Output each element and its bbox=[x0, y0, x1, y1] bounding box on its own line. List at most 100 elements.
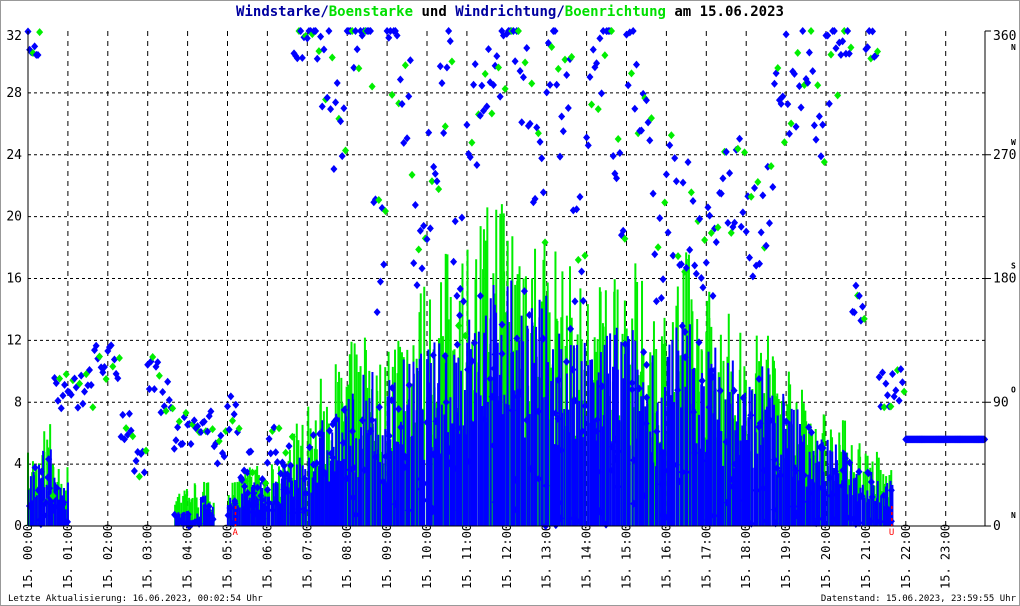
y-tick-label: 12 bbox=[6, 333, 22, 348]
wind-direction-point bbox=[396, 75, 404, 84]
wind-direction-point bbox=[664, 228, 672, 237]
gust-direction-point bbox=[847, 43, 855, 52]
gust-direction-point bbox=[794, 48, 802, 57]
wind-direction-point bbox=[589, 45, 597, 54]
x-tick-label: 15. 21:00 bbox=[859, 524, 873, 589]
wind-direction-point bbox=[765, 219, 773, 228]
x-tick-label: 15. 22:00 bbox=[899, 524, 913, 589]
gust-direction-point bbox=[441, 122, 449, 131]
wind-direction-point bbox=[892, 386, 900, 395]
x-tick-label: 15. 12:00 bbox=[500, 524, 514, 589]
wind-direction-point bbox=[712, 238, 720, 247]
wind-direction-point bbox=[810, 121, 818, 130]
gust-direction-point bbox=[401, 61, 409, 70]
gust-direction-point bbox=[701, 235, 709, 244]
wind-direction-point bbox=[460, 297, 468, 306]
gust-direction-point bbox=[827, 50, 835, 59]
wind-speed-point bbox=[867, 478, 875, 487]
wind-direction-point bbox=[799, 27, 807, 35]
x-tick-label: 15. 17:00 bbox=[699, 524, 713, 589]
wind-direction-point bbox=[539, 188, 547, 197]
wind-direction-point bbox=[586, 73, 594, 82]
x-tick-label: 15. 20:00 bbox=[819, 524, 833, 589]
wind-direction-point bbox=[576, 192, 584, 201]
wind-direction-point bbox=[453, 291, 461, 300]
wind-direction-point bbox=[631, 104, 639, 113]
wind-direction-point bbox=[471, 60, 479, 69]
wind-speed-point bbox=[698, 376, 706, 385]
wind-direction-point bbox=[450, 257, 458, 266]
x-tick-label: 15. 23:00 bbox=[939, 524, 953, 589]
wind-direction-point bbox=[795, 82, 803, 91]
wind-direction-point bbox=[757, 228, 765, 237]
wind-direction-point bbox=[61, 380, 69, 389]
wind-direction-point bbox=[230, 410, 238, 419]
wind-direction-point bbox=[125, 409, 133, 418]
gust-direction-point bbox=[282, 448, 290, 457]
wind-direction-point bbox=[451, 217, 459, 226]
gust-direction-point bbox=[368, 82, 376, 91]
gust-direction-point bbox=[521, 58, 529, 67]
gust-direction-point bbox=[481, 69, 489, 78]
wind-direction-point bbox=[782, 30, 790, 39]
wind-direction-point bbox=[616, 149, 624, 158]
wind-direction-point bbox=[684, 158, 692, 167]
wind-direction-point bbox=[692, 269, 700, 278]
wind-direction-point bbox=[697, 273, 705, 282]
x-tick-label: 15. 00:00 bbox=[21, 524, 35, 589]
wind-direction-point bbox=[59, 391, 67, 400]
gust-direction-point bbox=[900, 387, 908, 396]
wind-direction-point bbox=[445, 27, 453, 35]
gust-direction-point bbox=[814, 81, 822, 90]
gust-direction-point bbox=[89, 403, 97, 412]
gust-direction-point bbox=[102, 375, 110, 384]
gust-direction-point bbox=[109, 362, 117, 371]
x-tick-label: 15. 04:00 bbox=[181, 524, 195, 589]
wind-speed-point bbox=[567, 324, 575, 333]
wind-direction-point bbox=[443, 63, 451, 72]
wind-direction-point bbox=[809, 67, 817, 76]
wind-direction-point bbox=[333, 78, 341, 87]
wind-direction-point bbox=[385, 33, 393, 42]
y2-tick-label: 0 bbox=[993, 519, 1001, 534]
wind-direction-point bbox=[511, 57, 519, 66]
wind-direction-point bbox=[571, 297, 579, 306]
wind-direction-point bbox=[81, 387, 89, 396]
wind-direction-point bbox=[825, 99, 833, 108]
x-tick-label: 15. 08:00 bbox=[340, 524, 354, 589]
wind-direction-point bbox=[553, 80, 561, 89]
x-tick-label: 15. 14:00 bbox=[580, 524, 594, 589]
x-tick-label: 15. 10:00 bbox=[420, 524, 434, 589]
wind-direction-point bbox=[458, 213, 466, 222]
wind-direction-point bbox=[543, 88, 551, 97]
last-update: Letzte Aktualisierung: 16.06.2023, 00:02… bbox=[8, 594, 263, 604]
gust-direction-point bbox=[455, 321, 463, 330]
wind-direction-point bbox=[726, 169, 734, 178]
wind-direction-point bbox=[666, 141, 674, 150]
wind-direction-point bbox=[659, 275, 667, 284]
wind-direction-point bbox=[411, 201, 419, 210]
wind-direction-point bbox=[478, 81, 486, 90]
x-tick-label: 15. 07:00 bbox=[300, 524, 314, 589]
wind-direction-point bbox=[686, 245, 694, 254]
y-tick-label: 32 bbox=[6, 29, 22, 44]
wind-direction-point bbox=[898, 378, 906, 387]
wind-direction-point bbox=[446, 37, 454, 46]
wind-direction-point bbox=[584, 141, 592, 150]
gust-direction-point bbox=[62, 370, 70, 379]
wind-direction-point bbox=[759, 191, 767, 200]
data-timestamp: Datenstand: 15.06.2023, 23:59:55 Uhr bbox=[820, 594, 1016, 604]
wind-direction-point bbox=[353, 45, 361, 54]
wind-direction-point bbox=[470, 80, 478, 89]
wind-direction-point bbox=[536, 137, 544, 146]
gust-direction-point bbox=[588, 100, 596, 109]
wind-direction-point bbox=[110, 355, 118, 364]
wind-direction-point bbox=[563, 70, 571, 79]
gust-direction-point bbox=[135, 472, 143, 481]
gust-direction-point bbox=[36, 28, 44, 37]
gust-direction-point bbox=[468, 138, 476, 147]
wind-direction-point bbox=[596, 34, 604, 43]
wind-direction-point bbox=[702, 258, 710, 267]
wind-direction-point bbox=[485, 45, 493, 54]
wind-direction-point bbox=[267, 449, 275, 458]
